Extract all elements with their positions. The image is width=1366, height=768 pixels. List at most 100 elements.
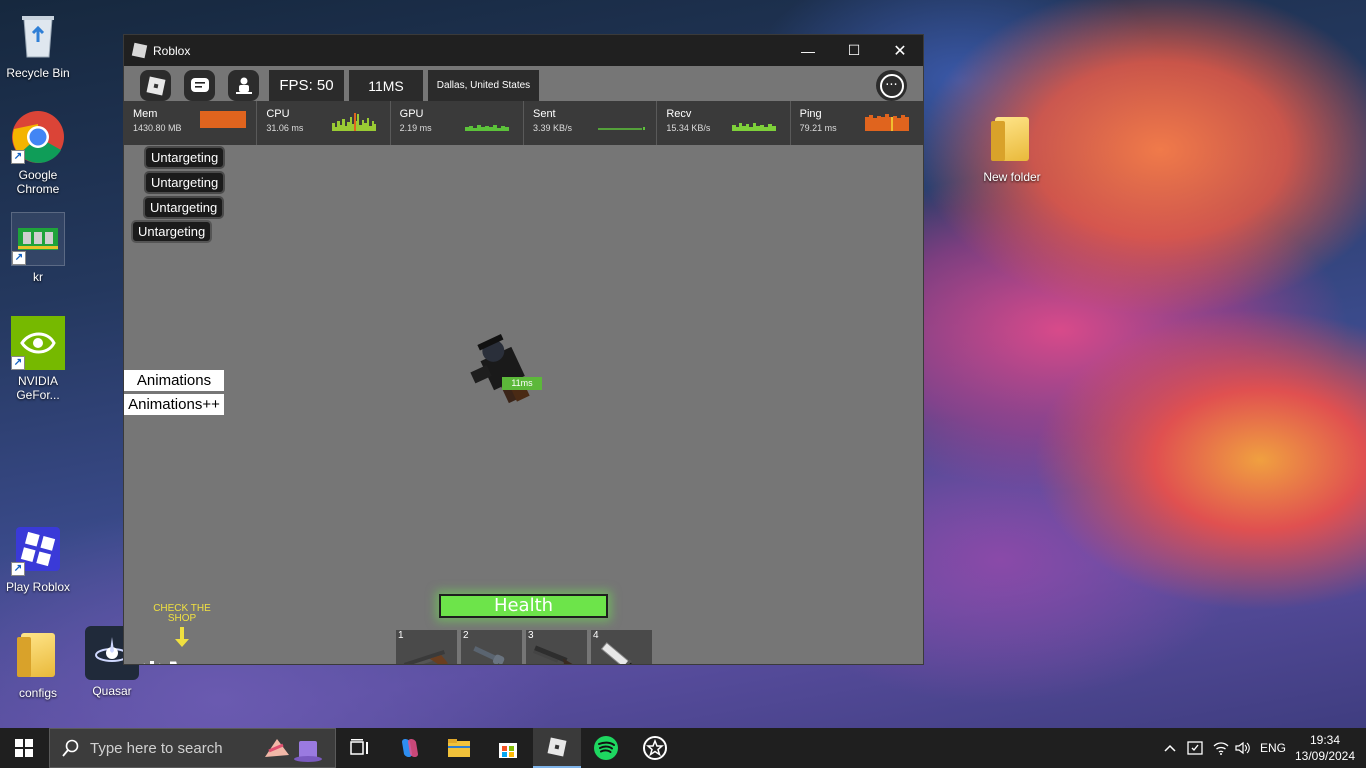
hotbar-slot-2[interactable]: 2: [461, 630, 522, 664]
hotbar-slot-3[interactable]: 3: [526, 630, 587, 664]
untargeting-label[interactable]: Untargeting: [144, 171, 226, 194]
desktop-icon-label: kr: [33, 270, 43, 284]
desktop-icon-play-roblox[interactable]: ↗ Play Roblox: [0, 522, 76, 594]
stat-ping[interactable]: Ping 79.21 ms: [791, 101, 923, 145]
player-character[interactable]: 11ms: [464, 324, 544, 414]
animations-plus-button[interactable]: Animations++: [124, 394, 224, 415]
roblox-logo-icon: [146, 76, 165, 95]
shop-hint-text: CHECK THE SHOP: [153, 603, 211, 624]
untargeting-label[interactable]: Untargeting: [131, 220, 213, 243]
network-tray-button[interactable]: [1210, 728, 1232, 768]
windows-logo-icon: [15, 739, 33, 757]
stat-recv[interactable]: Recv 15.34 KB/s: [657, 101, 791, 145]
health-bar: Health: [439, 594, 608, 618]
desktop-icon-new-folder[interactable]: New folder: [974, 112, 1050, 184]
taskbar-search-box[interactable]: Type here to search: [49, 728, 336, 768]
task-view-button[interactable]: [336, 728, 384, 768]
ping-display: 11MS: [349, 70, 423, 101]
more-options-button[interactable]: ···: [876, 70, 907, 101]
clock-button[interactable]: 19:34 13/09/2024: [1292, 728, 1358, 768]
copilot-button[interactable]: [386, 728, 434, 768]
show-hidden-icons-button[interactable]: [1160, 728, 1180, 768]
desktop-icon-label: Google Chrome: [16, 168, 60, 196]
avatar-emote-button[interactable]: [228, 70, 259, 101]
copilot-icon: [402, 739, 418, 757]
shop-cart-icon[interactable]: [168, 659, 198, 664]
input-language-button[interactable]: ENG: [1256, 728, 1290, 768]
recv-graph: [731, 123, 776, 131]
maximize-button[interactable]: ☐: [831, 35, 877, 66]
search-placeholder: Type here to search: [90, 739, 223, 757]
desktop-icon-kr[interactable]: ↗ kr: [0, 212, 76, 284]
roblox-studio-icon: ↗: [11, 522, 65, 576]
folder-icon: [11, 628, 65, 682]
shortcut-arrow-icon: ↗: [11, 562, 25, 576]
minimize-button[interactable]: —: [785, 35, 831, 66]
shortcut-arrow-icon: ↗: [11, 150, 25, 164]
untargeting-label[interactable]: Untargeting: [143, 196, 225, 219]
desktop-icon-label: Quasar: [92, 684, 132, 698]
sawed-off-icon: [532, 645, 576, 664]
hotbar-slot-4[interactable]: 4: [591, 630, 652, 664]
stat-value: 31.06 ms: [266, 123, 304, 133]
taskbar: Type here to search ENG 19:34 13/09/2024: [0, 728, 1366, 768]
stat-cpu[interactable]: CPU 31.06 ms: [257, 101, 391, 145]
stat-name: Mem: [133, 108, 158, 120]
roblox-menu-button[interactable]: [140, 70, 171, 101]
slot-number: 3: [528, 630, 534, 641]
animations-button[interactable]: Animations: [124, 370, 224, 391]
defender-tray-button[interactable]: [1184, 728, 1206, 768]
player-ping-tag: 11ms: [502, 377, 542, 390]
star-app-button[interactable]: [631, 728, 679, 768]
chat-icon: [190, 77, 209, 92]
stat-sent[interactable]: Sent 3.39 KB/s: [524, 101, 658, 145]
window-titlebar[interactable]: Roblox — ☐ ✕: [124, 35, 923, 66]
file-explorer-icon: [448, 739, 470, 757]
game-viewport[interactable]: FPS: 50 11MS Dallas, United States ··· M…: [124, 66, 923, 664]
chat-button[interactable]: [184, 70, 215, 101]
gpu-graph: [464, 125, 509, 131]
desktop-icon-label: configs: [18, 686, 58, 700]
spotify-icon: [594, 736, 618, 760]
desktop-icon-recycle-bin[interactable]: Recycle Bin: [0, 8, 76, 80]
desktop-icon-label: Recycle Bin: [6, 66, 70, 80]
avatar-icon: [235, 77, 252, 94]
clock-time: 19:34: [1309, 733, 1341, 747]
sent-graph: [598, 127, 646, 130]
shortcut-arrow-icon: ↗: [11, 356, 25, 370]
performance-stats-bar: Mem 1430.80 MB CPU 31.06 ms GPU 2.19 ms …: [124, 101, 923, 145]
close-button[interactable]: ✕: [877, 35, 923, 66]
stat-name: GPU: [399, 108, 424, 120]
desktop-icon-configs[interactable]: configs: [0, 628, 76, 700]
recycle-bin-icon: [11, 8, 65, 62]
settings-gear-icon[interactable]: [138, 660, 166, 664]
server-location: Dallas, United States: [428, 70, 539, 101]
roblox-taskbar-button[interactable]: [533, 728, 581, 768]
stat-value: 3.39 KB/s: [532, 123, 573, 133]
hotbar-slot-1[interactable]: 1: [396, 630, 457, 664]
desktop-icon-label: NVIDIA GeFor...: [16, 374, 60, 402]
volume-tray-button[interactable]: [1233, 728, 1253, 768]
folder-icon: [985, 112, 1039, 166]
shortcut-arrow-icon: ↗: [12, 251, 26, 265]
start-button[interactable]: [0, 728, 48, 768]
microsoft-store-button[interactable]: [484, 728, 532, 768]
search-icon: [62, 739, 79, 757]
untargeting-label[interactable]: Untargeting: [144, 146, 226, 169]
desktop-icon-nvidia[interactable]: ↗ NVIDIA GeFor...: [0, 316, 76, 402]
chevron-up-icon: [1164, 744, 1176, 752]
stat-name: CPU: [266, 108, 290, 120]
arrow-down-icon: [175, 627, 189, 647]
window-title: Roblox: [153, 43, 191, 58]
stat-gpu[interactable]: GPU 2.19 ms: [391, 101, 524, 145]
stat-mem[interactable]: Mem 1430.80 MB: [124, 101, 258, 145]
ping-graph: [864, 114, 909, 131]
speaker-icon: [1235, 741, 1250, 755]
spotify-button[interactable]: [582, 728, 630, 768]
file-explorer-button[interactable]: [435, 728, 483, 768]
stat-value: 1430.80 MB: [133, 123, 182, 133]
desktop-icon-label: New folder: [983, 170, 1041, 184]
desktop-icon-google-chrome[interactable]: ↗ Google Chrome: [0, 110, 76, 196]
roblox-logo-icon: [547, 737, 567, 757]
slot-number: 2: [463, 630, 469, 641]
